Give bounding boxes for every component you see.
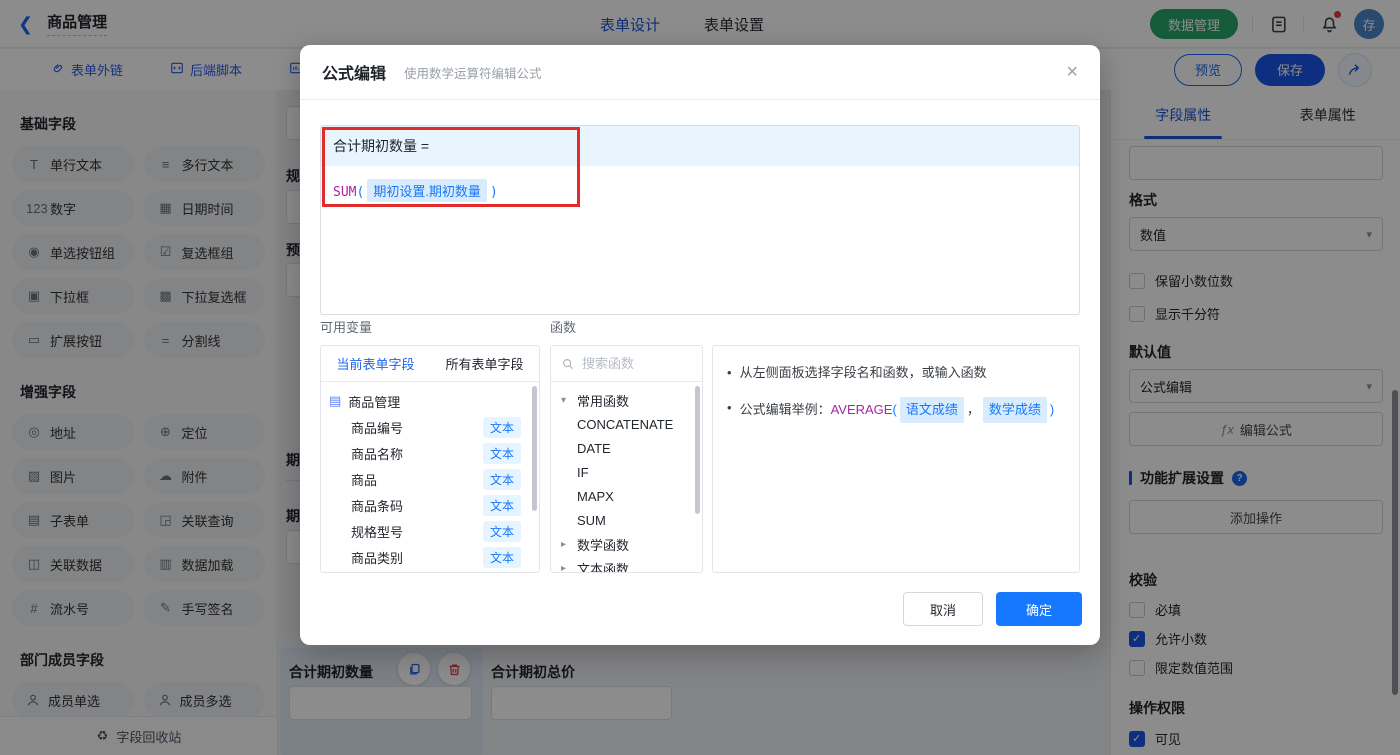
example-function-name: AVERAGE <box>830 402 893 417</box>
functions-scrollbar[interactable] <box>695 386 700 514</box>
tree-field-row[interactable]: 商品 文本 <box>329 466 535 492</box>
function-group-common[interactable]: ▾ 常用函数 <box>561 388 702 412</box>
tree-field-list: 商品编号 文本 商品名称 文本 商品 文本 商品条码 文本 规格型号 文本 商品… <box>329 414 535 570</box>
tab-all-form-fields[interactable]: 所有表单字段 <box>430 354 539 373</box>
functions-tree: ▾ 常用函数 CONCATENATE DATE IF MAPX SUM ▸ 数学… <box>551 382 702 573</box>
bullet-icon: • <box>727 400 732 415</box>
tree-field-row[interactable]: 商品名称 文本 <box>329 440 535 466</box>
field-name: 商品类别 <box>351 550 404 566</box>
field-token[interactable]: 期初设置.期初数量 <box>367 179 487 202</box>
formula-expression[interactable]: SUM(期初设置.期初数量) <box>321 166 1079 215</box>
help-panel: • 从左侧面板选择字段名和函数，或输入函数 • 公式编辑举例：AVERAGE(语… <box>712 345 1080 573</box>
variables-tree: ▤ 商品管理 商品编号 文本 商品名称 文本 商品 文本 商品条码 文本 规格型… <box>321 382 539 570</box>
search-icon <box>563 358 574 369</box>
field-type-badge: 文本 <box>482 520 521 542</box>
function-list: CONCATENATE DATE IF MAPX SUM <box>561 412 702 532</box>
function-item[interactable]: SUM <box>561 508 702 532</box>
chevron-down-icon: ▾ <box>561 394 567 406</box>
field-name: 商品编号 <box>351 420 404 436</box>
field-type-badge: 文本 <box>482 546 521 568</box>
variables-label: 可用变量 <box>320 320 373 335</box>
tree-field-row[interactable]: 规格型号 文本 <box>329 518 535 544</box>
close-icon[interactable]: × <box>1066 62 1078 82</box>
function-group-text[interactable]: ▸ 文本函数 <box>561 556 702 573</box>
modal-footer: 取消 确定 <box>300 592 1100 626</box>
field-name: 商品名称 <box>351 446 404 462</box>
tip-example-line: • 公式编辑举例：AVERAGE(语文成绩，数学成绩) <box>727 397 1071 423</box>
field-type-badge: 文本 <box>482 494 521 516</box>
field-name: 商品条码 <box>351 498 404 514</box>
chevron-right-icon: ▸ <box>561 538 567 550</box>
modal-header: 公式编辑 使用数学运算符编辑公式 × <box>300 45 1100 100</box>
function-item[interactable]: IF <box>561 460 702 484</box>
page: ❮ 商品管理 表单设计 表单设置 数据管理 存 表单外链 后端脚本 预览 保存 … <box>0 0 1400 755</box>
function-group-math[interactable]: ▸ 数学函数 <box>561 532 702 556</box>
field-type-badge: 文本 <box>482 416 521 438</box>
field-name: 商品 <box>351 472 378 488</box>
example-token: 语文成绩 <box>899 397 964 423</box>
formula-edit-modal: 公式编辑 使用数学运算符编辑公式 × 合计期初数量 = SUM(期初设置.期初数… <box>300 45 1100 645</box>
modal-title: 公式编辑 <box>322 66 387 83</box>
tree-field-row[interactable]: 商品类别 文本 <box>329 544 535 570</box>
modal-subtitle: 使用数学运算符编辑公式 <box>404 66 542 81</box>
variables-scrollbar[interactable] <box>532 386 537 511</box>
form-icon: ▤ <box>329 393 342 408</box>
field-type-badge: 文本 <box>482 468 521 490</box>
tip-line: • 从左侧面板选择字段名和函数，或输入函数 <box>727 362 1071 384</box>
function-name: SUM <box>333 185 357 200</box>
confirm-button[interactable]: 确定 <box>996 592 1082 626</box>
field-name: 规格型号 <box>351 524 404 540</box>
bullet-icon: • <box>727 365 732 380</box>
tree-field-row[interactable]: 商品编号 文本 <box>329 414 535 440</box>
function-item[interactable]: DATE <box>561 436 702 460</box>
function-item[interactable]: MAPX <box>561 484 702 508</box>
variables-panel: 当前表单字段 所有表单字段 ▤ 商品管理 商品编号 文本 商品名称 文本 商品 … <box>320 345 540 573</box>
example-token: 数学成绩 <box>982 397 1047 423</box>
functions-panel: ▾ 常用函数 CONCATENATE DATE IF MAPX SUM <box>550 345 703 573</box>
function-item[interactable]: CONCATENATE <box>561 412 702 436</box>
cancel-button[interactable]: 取消 <box>903 592 983 626</box>
variables-tabs: 当前表单字段 所有表单字段 <box>321 346 539 382</box>
tab-current-form-fields[interactable]: 当前表单字段 <box>321 354 430 373</box>
formula-editor[interactable]: 合计期初数量 = SUM(期初设置.期初数量) <box>320 125 1080 315</box>
search-input[interactable] <box>582 356 682 371</box>
chevron-right-icon: ▸ <box>561 562 567 573</box>
tree-field-row[interactable]: 商品条码 文本 <box>329 492 535 518</box>
function-search[interactable] <box>551 346 702 382</box>
tree-root-node[interactable]: ▤ 商品管理 <box>329 388 535 414</box>
formula-target: 合计期初数量 = <box>321 126 1079 166</box>
field-type-badge: 文本 <box>482 442 521 464</box>
functions-label: 函数 <box>550 320 577 335</box>
